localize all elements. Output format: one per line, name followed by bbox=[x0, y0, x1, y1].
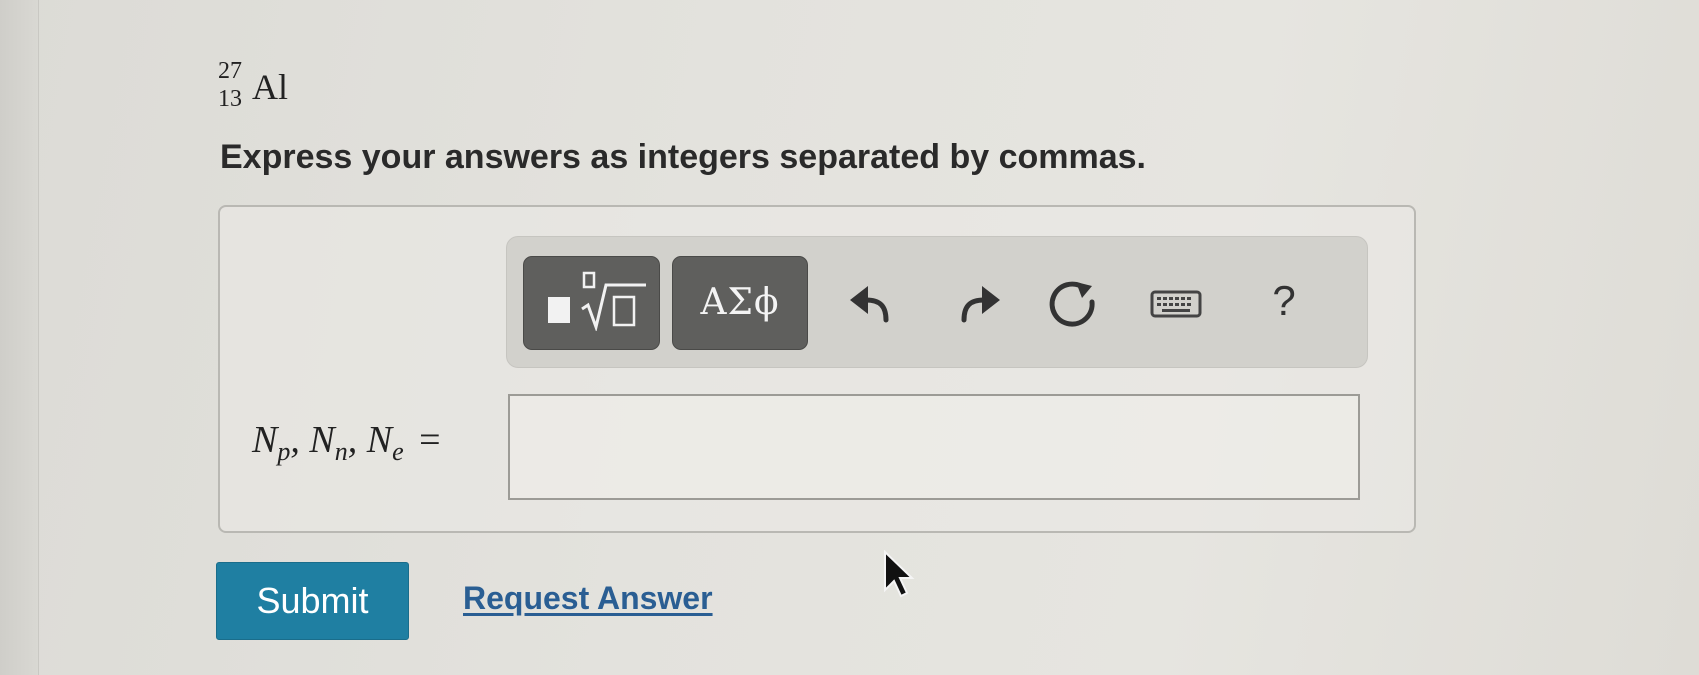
label-sep2: , bbox=[347, 419, 367, 461]
greek-symbols-button[interactable]: ΑΣϕ bbox=[672, 256, 808, 350]
atomic-number: 13 bbox=[218, 86, 242, 112]
label-sub-e: e bbox=[392, 437, 404, 466]
redo-icon[interactable] bbox=[952, 276, 1008, 332]
templates-radical-icon bbox=[581, 271, 646, 331]
keyboard-icon[interactable] bbox=[1148, 276, 1204, 332]
answer-label: Np, Nn, Ne = bbox=[252, 418, 441, 467]
mass-number: 27 bbox=[218, 58, 242, 84]
undo-icon[interactable] bbox=[842, 276, 898, 332]
label-n1: N bbox=[252, 419, 278, 461]
answer-input[interactable] bbox=[508, 394, 1360, 500]
element-symbol: Al bbox=[252, 67, 288, 107]
isotope-notation: 27 13 Al bbox=[218, 58, 308, 118]
label-equals: = bbox=[419, 419, 441, 461]
mouse-cursor-icon bbox=[884, 550, 915, 598]
label-n2: N bbox=[309, 419, 335, 461]
window-edge bbox=[0, 0, 39, 675]
greek-symbols-label: ΑΣϕ bbox=[700, 282, 780, 323]
templates-button[interactable] bbox=[523, 256, 660, 350]
label-n3: N bbox=[366, 419, 393, 461]
reset-icon[interactable] bbox=[1046, 276, 1102, 332]
solid-box-icon bbox=[548, 297, 570, 323]
submit-button[interactable]: Submit bbox=[216, 562, 409, 640]
request-answer-link[interactable]: Request Answer bbox=[463, 580, 713, 617]
instruction-text: Express your answers as integers separat… bbox=[220, 138, 1147, 176]
label-sep1: , bbox=[290, 419, 310, 461]
label-sub-n: n bbox=[334, 437, 348, 466]
help-button[interactable]: ? bbox=[1262, 270, 1306, 332]
label-sub-p: p bbox=[277, 437, 291, 466]
